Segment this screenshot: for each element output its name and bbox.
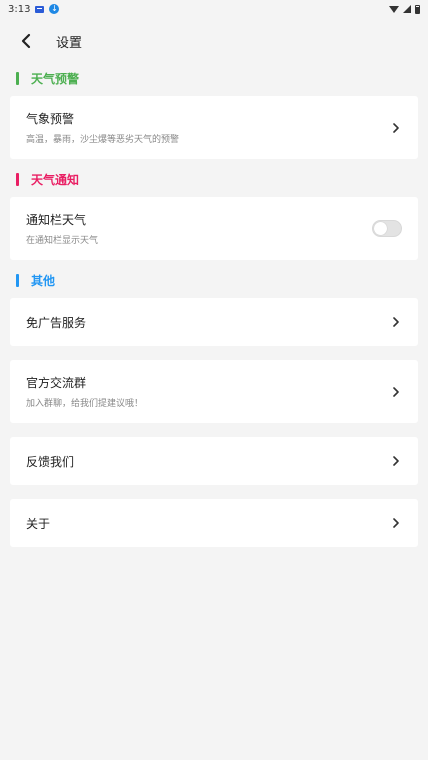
back-button[interactable]	[8, 23, 44, 59]
item-title: 免广告服务	[26, 315, 87, 330]
section-title-weather-alert: 天气预警	[16, 70, 79, 86]
item-title: 通知栏天气	[26, 213, 87, 227]
status-time: 3:13	[8, 3, 31, 15]
item-title: 气象预警	[26, 112, 75, 126]
notification-weather-item: 通知栏天气 在通知栏显示天气	[10, 197, 418, 260]
item-title: 官方交流群	[26, 376, 87, 390]
section-marker	[16, 273, 19, 287]
about-item[interactable]: 关于	[10, 499, 418, 547]
section-marker	[16, 71, 19, 85]
item-subtitle: 在通知栏显示天气	[26, 236, 99, 246]
section-marker	[16, 172, 19, 186]
header: 设置	[0, 22, 428, 60]
notification-weather-toggle[interactable]	[372, 220, 402, 237]
weather-warning-item[interactable]: 气象预警 高温，暴雨，沙尘爆等恶劣天气的预警	[10, 96, 418, 159]
chevron-right-icon	[390, 122, 402, 134]
chevron-right-icon	[390, 517, 402, 529]
signal-icon	[403, 5, 411, 13]
status-left: 3:13 ↓	[8, 3, 60, 15]
chevron-right-icon	[390, 455, 402, 467]
chevron-right-icon	[390, 386, 402, 398]
wifi-icon	[389, 5, 399, 13]
status-bar: 3:13 ↓	[0, 0, 428, 18]
item-title: 反馈我们	[26, 454, 75, 469]
ad-free-service-item[interactable]: 免广告服务	[10, 298, 418, 346]
chevron-right-icon	[390, 316, 402, 328]
section-title-label: 天气预警	[31, 71, 80, 86]
section-title-label: 天气通知	[31, 172, 80, 187]
status-right	[389, 4, 420, 14]
item-title: 关于	[26, 516, 51, 531]
feedback-item[interactable]: 反馈我们	[10, 437, 418, 485]
item-subtitle: 加入群聊，给我们提建议哦！	[26, 399, 144, 409]
battery-icon	[415, 4, 420, 14]
page-title: 设置	[56, 35, 83, 51]
download-icon: ↓	[49, 4, 60, 14]
item-subtitle: 高温，暴雨，沙尘爆等恶劣天气的预警	[26, 135, 180, 145]
toggle-knob	[374, 222, 387, 235]
official-group-item[interactable]: 官方交流群 加入群聊，给我们提建议哦！	[10, 360, 418, 423]
section-title-other: 其他	[16, 272, 55, 288]
chevron-left-icon	[21, 33, 31, 49]
message-icon	[35, 5, 45, 13]
section-title-label: 其他	[31, 273, 56, 288]
section-title-weather-notify: 天气通知	[16, 171, 79, 187]
